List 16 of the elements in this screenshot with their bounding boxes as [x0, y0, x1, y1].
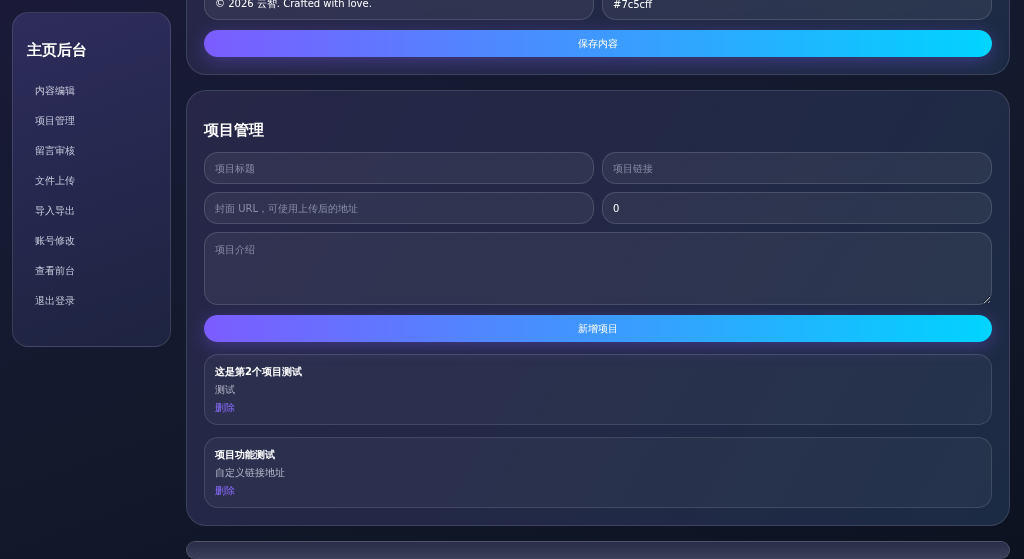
project-title: 这是第2个项目测试 [215, 365, 303, 379]
project-title: 项目功能测试 [215, 448, 276, 462]
sidebar-item[interactable]: 退出登录 [27, 286, 170, 316]
sidebar-item[interactable]: 查看前台 [27, 256, 170, 286]
sidebar-item[interactable]: 项目管理 [27, 106, 170, 136]
sidebar-item[interactable]: 账号修改 [27, 226, 170, 256]
sidebar-item[interactable]: 内容编辑 [27, 76, 170, 106]
sidebar-item[interactable]: 文件上传 [27, 166, 170, 196]
sidebar-title: 主页后台 [27, 41, 88, 60]
section-title: 项目管理 [204, 121, 265, 140]
delete-link[interactable]: 删除 [215, 484, 981, 498]
delete-link[interactable]: 删除 [215, 401, 981, 415]
project-description: 自定义链接地址 [215, 466, 286, 480]
sidebar-item[interactable]: 留言审核 [27, 136, 170, 166]
project-description: 测试 [215, 383, 236, 397]
sidebar-item[interactable]: 导入导出 [27, 196, 170, 226]
